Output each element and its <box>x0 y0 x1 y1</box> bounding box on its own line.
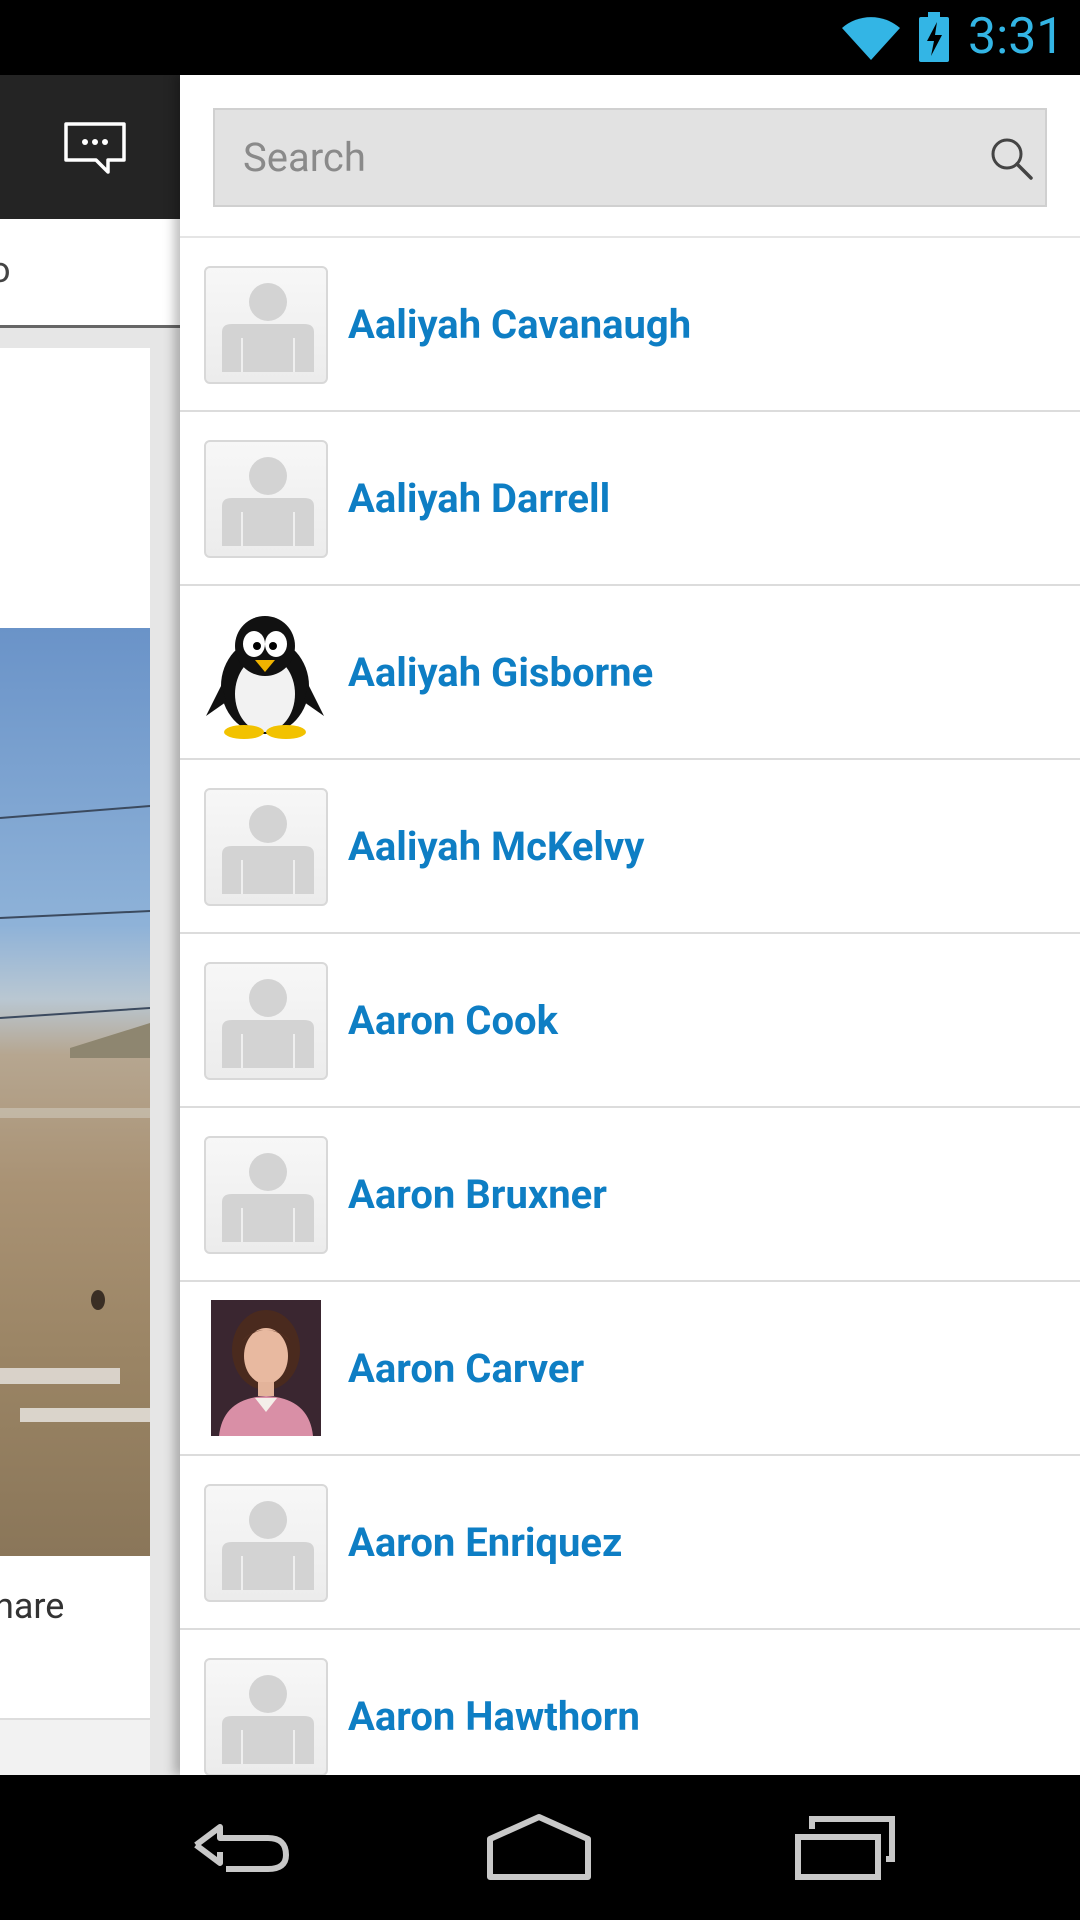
contact-name[interactable]: Aaron Bruxner <box>348 1108 607 1282</box>
search-area <box>180 75 1080 238</box>
background-post-card <box>0 348 150 1775</box>
contact-row[interactable]: Aaron Bruxner <box>180 1108 1080 1282</box>
contact-row[interactable]: Aaron Enriquez <box>180 1456 1080 1630</box>
back-icon[interactable] <box>186 1805 296 1885</box>
search-icon[interactable] <box>987 134 1035 182</box>
background-tab-label: o <box>0 249 11 291</box>
photo-avatar-icon <box>211 1300 321 1436</box>
contact-row[interactable]: Aaron Hawthorn <box>180 1630 1080 1775</box>
default-avatar-icon <box>204 440 328 558</box>
contacts-drawer: Aaliyah Cavanaugh Aaliyah Darrell <box>180 75 1080 1775</box>
default-avatar-icon <box>204 788 328 906</box>
contact-row[interactable]: Aaliyah Darrell <box>180 412 1080 586</box>
default-avatar-icon <box>204 266 328 384</box>
default-avatar-icon <box>204 1484 328 1602</box>
background-card-footer <box>0 1718 150 1775</box>
wifi-icon <box>842 17 900 60</box>
background-share-label[interactable]: hare <box>0 1585 64 1627</box>
contact-row[interactable]: Aaliyah Gisborne <box>180 586 1080 760</box>
home-icon[interactable] <box>484 1805 594 1885</box>
navigation-bar <box>0 1775 1080 1920</box>
recent-apps-icon[interactable] <box>790 1805 900 1885</box>
background-action-bar <box>0 75 180 219</box>
chat-bubble-icon[interactable] <box>62 120 128 176</box>
contact-row[interactable]: Aaron Carver <box>180 1282 1080 1456</box>
landscape-photo <box>0 628 150 1556</box>
contact-name[interactable]: Aaron Carver <box>348 1282 584 1456</box>
contact-name[interactable]: Aaliyah Darrell <box>348 412 610 586</box>
default-avatar-icon <box>204 1136 328 1254</box>
contact-name[interactable]: Aaliyah Gisborne <box>348 586 653 760</box>
search-input[interactable] <box>215 110 975 205</box>
penguin-avatar-icon <box>206 616 324 739</box>
contact-row[interactable]: Aaron Cook <box>180 934 1080 1108</box>
background-feed <box>0 328 180 1775</box>
background-app: o hare <box>0 75 180 1775</box>
search-box[interactable] <box>213 108 1047 207</box>
contact-name[interactable]: Aaron Hawthorn <box>348 1630 640 1775</box>
contact-list: Aaliyah Cavanaugh Aaliyah Darrell Aaliya… <box>180 238 1080 1775</box>
background-tab-bar: o <box>0 219 180 328</box>
default-avatar-icon <box>204 1658 328 1775</box>
battery-charging-icon <box>919 12 949 62</box>
contact-name[interactable]: Aaron Enriquez <box>348 1456 622 1630</box>
contact-name[interactable]: Aaron Cook <box>348 934 558 1108</box>
default-avatar-icon <box>204 962 328 1080</box>
contact-row[interactable]: Aaliyah McKelvy <box>180 760 1080 934</box>
clock: 3:31 <box>968 8 1065 66</box>
contact-name[interactable]: Aaliyah McKelvy <box>348 760 644 934</box>
contact-name[interactable]: Aaliyah Cavanaugh <box>348 238 691 412</box>
contact-row[interactable]: Aaliyah Cavanaugh <box>180 238 1080 412</box>
status-bar: 3:31 <box>0 0 1080 75</box>
